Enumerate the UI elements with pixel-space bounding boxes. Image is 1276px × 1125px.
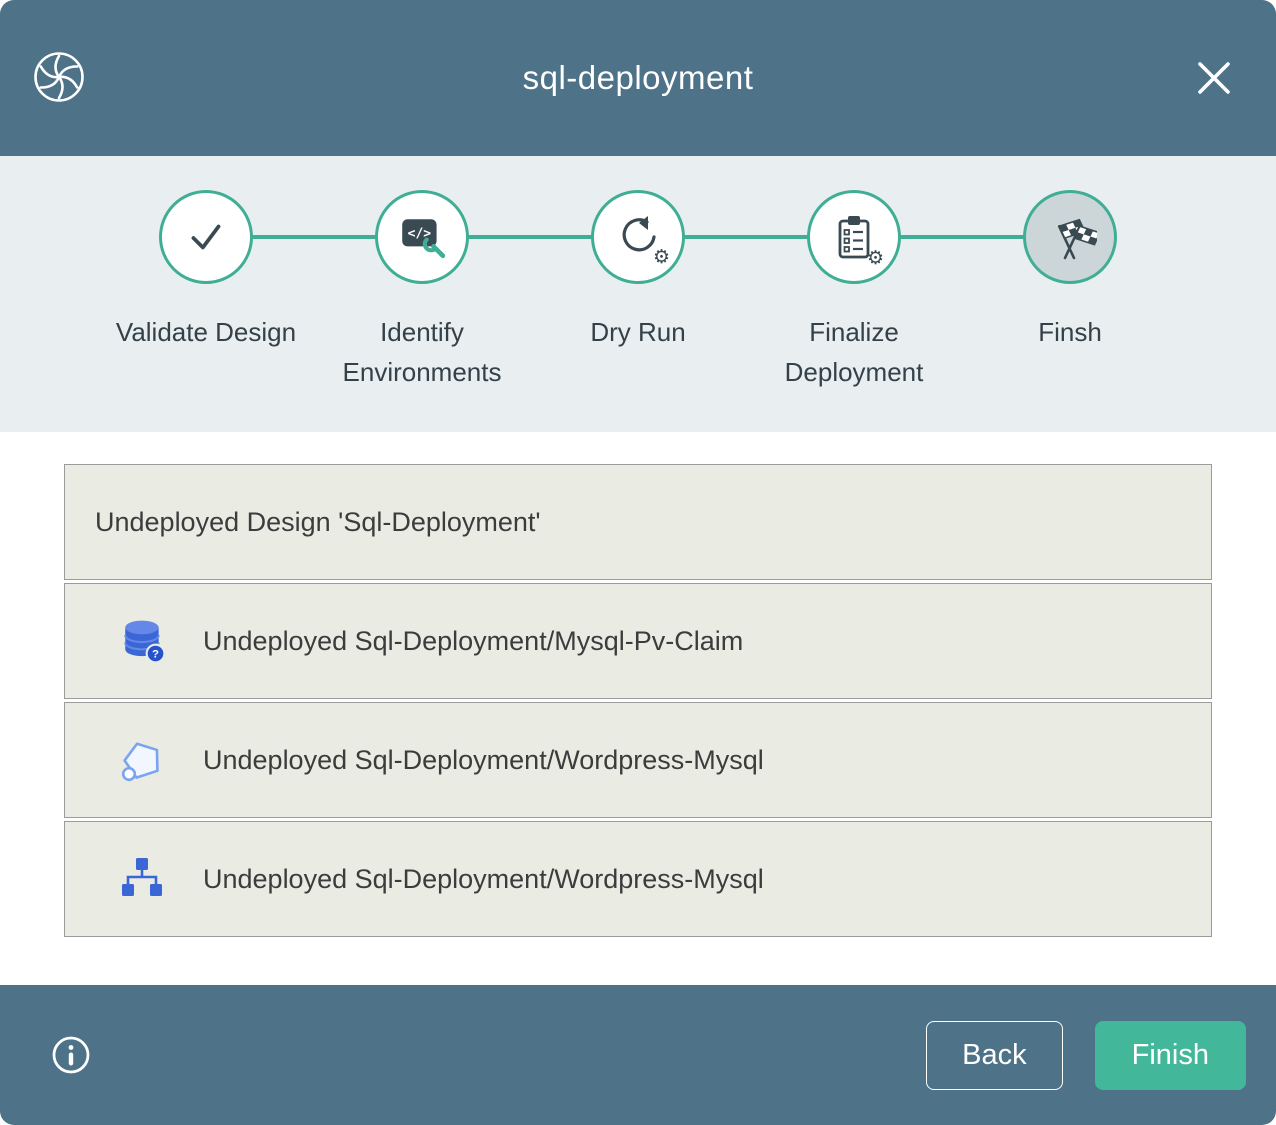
log-row-text: Undeployed Sql-Deployment/Wordpress-Mysq… [203, 864, 764, 895]
service-icon [119, 736, 167, 784]
info-icon[interactable] [50, 1034, 92, 1076]
step-circle-dry-run[interactable]: ⚙ [591, 190, 685, 284]
step-label: Validate Design [116, 312, 296, 352]
deployment-wizard-modal: sql-deployment Validate Design [0, 0, 1276, 1125]
gear-icon: ⚙ [653, 248, 670, 267]
stepper: Validate Design </> Identify Environment… [0, 156, 1276, 432]
clipboard-gear-icon: ⚙ [833, 213, 875, 261]
finish-button[interactable]: Finish [1095, 1021, 1246, 1090]
log-panel: Undeployed Design 'Sql-Deployment' ? Und… [64, 464, 1212, 937]
step-label: Dry Run [590, 312, 685, 352]
close-icon[interactable] [1192, 56, 1236, 100]
step-label: Finsh [1038, 312, 1102, 352]
log-row-text: Undeployed Design 'Sql-Deployment' [95, 507, 541, 538]
step-circle-validate-design[interactable] [159, 190, 253, 284]
step-dry-run: ⚙ Dry Run [530, 190, 746, 393]
modal-title: sql-deployment [523, 59, 754, 97]
step-circle-finish[interactable] [1023, 190, 1117, 284]
log-row-wordpress-mysql-workload: Undeployed Sql-Deployment/Wordpress-Mysq… [64, 821, 1212, 937]
log-row-text: Undeployed Sql-Deployment/Mysql-Pv-Claim [203, 626, 743, 657]
modal-header: sql-deployment [0, 0, 1276, 156]
deployment-log: Undeployed Design 'Sql-Deployment' ? Und… [0, 432, 1276, 985]
step-finalize-deployment: ⚙ Finalize Deployment [746, 190, 962, 393]
back-button[interactable]: Back [926, 1021, 1062, 1090]
workload-icon [119, 855, 167, 903]
step-circle-finalize-deployment[interactable]: ⚙ [807, 190, 901, 284]
log-row-design: Undeployed Design 'Sql-Deployment' [64, 464, 1212, 580]
footer-actions: Back Finish [926, 1021, 1246, 1090]
database-icon: ? [119, 617, 167, 665]
log-row-mysql-pv-claim: ? Undeployed Sql-Deployment/Mysql-Pv-Cla… [64, 583, 1212, 699]
code-window-wrench-icon: </> [397, 214, 447, 260]
log-row-wordpress-mysql-service: Undeployed Sql-Deployment/Wordpress-Mysq… [64, 702, 1212, 818]
refresh-gear-icon: ⚙ [615, 214, 661, 260]
step-identify-environments: </> Identify Environments [314, 190, 530, 393]
step-finish: Finsh [962, 190, 1178, 393]
check-icon [183, 214, 229, 260]
svg-text:?: ? [152, 649, 159, 661]
modal-footer: Back Finish [0, 985, 1276, 1125]
cloudify-logo-icon [32, 50, 86, 104]
checkered-flags-icon [1043, 213, 1097, 261]
step-circle-identify-environments[interactable]: </> [375, 190, 469, 284]
log-row-text: Undeployed Sql-Deployment/Wordpress-Mysq… [203, 745, 764, 776]
step-validate-design: Validate Design [98, 190, 314, 393]
step-label: Identify Environments [331, 312, 513, 393]
step-label: Finalize Deployment [763, 312, 945, 393]
gear-icon: ⚙ [867, 249, 884, 268]
